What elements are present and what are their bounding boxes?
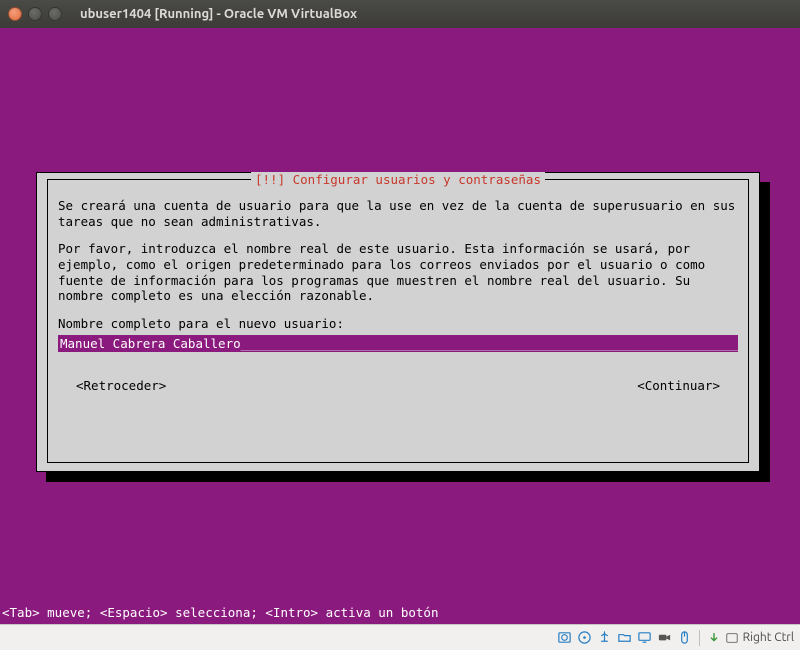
maximize-icon[interactable] xyxy=(48,7,62,21)
dialog-frame: [!!] Configurar usuarios y contraseñas S… xyxy=(47,179,749,463)
continue-button[interactable]: <Continuar> xyxy=(637,378,720,393)
window-controls xyxy=(8,7,62,21)
installer-dialog: [!!] Configurar usuarios y contraseñas S… xyxy=(36,172,760,472)
close-icon[interactable] xyxy=(8,7,22,21)
display-icon[interactable] xyxy=(637,630,652,645)
shared-folders-icon[interactable] xyxy=(617,630,632,645)
window-title: ubuser1404 [Running] - Oracle VM Virtual… xyxy=(80,7,357,21)
arrow-down-icon xyxy=(707,631,721,645)
host-key-indicator[interactable]: Right Ctrl xyxy=(707,631,794,645)
dialog-title: [!!] Configurar usuarios y contraseñas xyxy=(251,172,545,187)
minimize-icon[interactable] xyxy=(28,7,42,21)
input-value: Manuel Cabrera Caballero xyxy=(60,336,241,351)
harddisk-icon[interactable] xyxy=(557,630,572,645)
optical-disk-icon[interactable] xyxy=(577,630,592,645)
window-titlebar: ubuser1404 [Running] - Oracle VM Virtual… xyxy=(0,0,800,28)
dialog-paragraph-2: Por favor, introduzca el nombre real de … xyxy=(58,241,738,304)
keymod-icon xyxy=(725,631,739,645)
video-capture-icon[interactable] xyxy=(657,630,672,645)
mouse-integration-icon[interactable] xyxy=(677,630,692,645)
key-hint-bar: <Tab> mueve; <Espacio> selecciona; <Intr… xyxy=(2,605,439,620)
input-fill: ________________________________________… xyxy=(241,336,738,351)
status-separator xyxy=(699,630,700,646)
fullname-input[interactable]: Manuel Cabrera Caballero________________… xyxy=(58,335,738,352)
dialog-paragraph-1: Se creará una cuenta de usuario para que… xyxy=(58,198,738,229)
nav-row: <Retroceder> <Continuar> xyxy=(58,378,738,393)
back-button[interactable]: <Retroceder> xyxy=(76,378,166,393)
host-key-label: Right Ctrl xyxy=(743,631,794,644)
vm-statusbar: Right Ctrl xyxy=(0,624,800,650)
usb-icon[interactable] xyxy=(597,630,612,645)
input-prompt: Nombre completo para el nuevo usuario: xyxy=(58,316,738,331)
vm-screen: [!!] Configurar usuarios y contraseñas S… xyxy=(0,28,800,624)
